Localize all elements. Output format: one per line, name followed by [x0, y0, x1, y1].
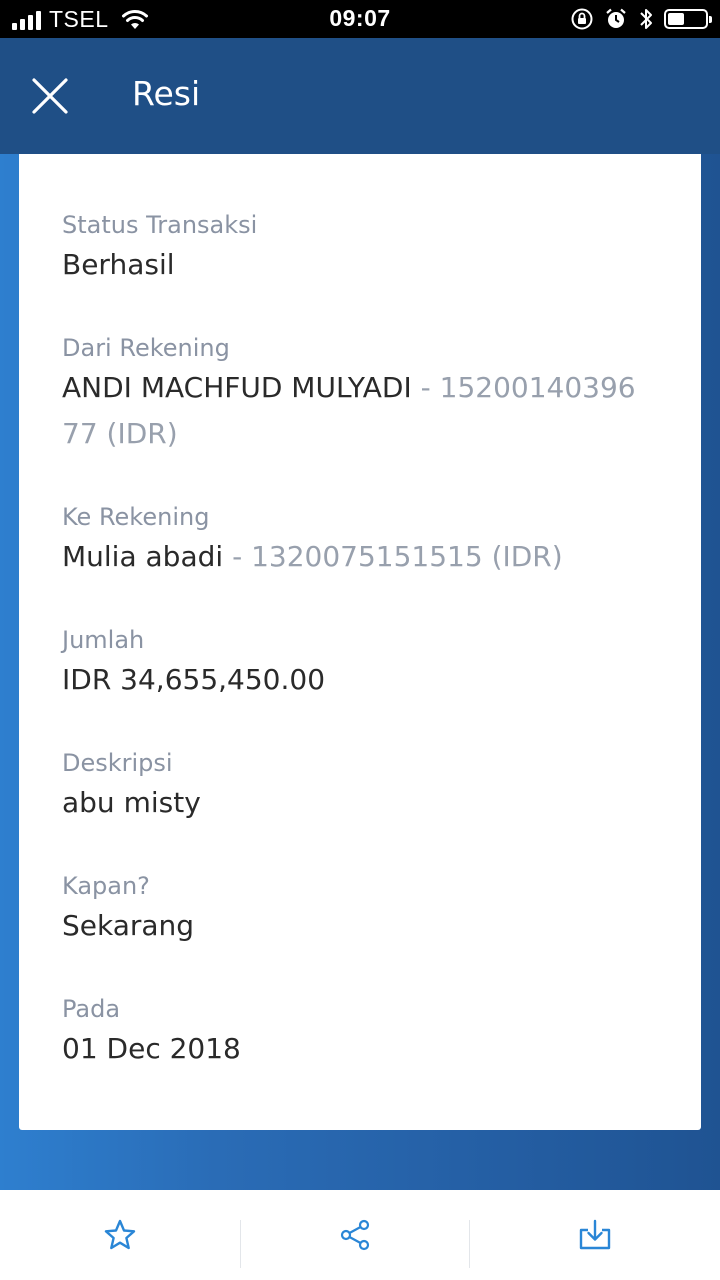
from-account-number-cont: 77 (IDR): [62, 417, 178, 450]
field-when: Kapan? Sekarang: [62, 871, 662, 949]
to-account-name: Mulia abadi: [62, 540, 224, 573]
bluetooth-icon: [640, 9, 652, 29]
field-label: Ke Rekening: [62, 503, 210, 531]
share-button[interactable]: [241, 1190, 469, 1280]
from-account-name: ANDI MACHFUD MULYADI: [62, 371, 412, 404]
field-label: Dari Rekening: [62, 334, 230, 362]
field-value: Mulia abadi - 1320075151515 (IDR): [62, 534, 662, 580]
page-title: Resi: [132, 74, 201, 113]
favorite-button[interactable]: [0, 1190, 240, 1280]
field-label: Pada: [62, 995, 121, 1023]
field-from-account: Dari Rekening ANDI MACHFUD MULYADI - 152…: [62, 333, 662, 457]
star-icon: [104, 1219, 136, 1250]
field-value: ANDI MACHFUD MULYADI - 15200140396 77 (ID…: [62, 365, 662, 457]
status-bar: TSEL 09:07: [0, 0, 720, 38]
bottom-action-bar: [0, 1190, 720, 1280]
field-description: Deskripsi abu misty: [62, 748, 662, 826]
battery-icon: [664, 9, 712, 29]
close-icon: [32, 78, 68, 114]
download-button[interactable]: [470, 1190, 720, 1280]
from-account-number: - 15200140396: [411, 371, 636, 404]
field-status: Status Transaksi Berhasil: [62, 210, 662, 288]
field-label: Jumlah: [62, 626, 145, 654]
alarm-icon: [606, 8, 626, 28]
field-date: Pada 01 Dec 2018: [62, 994, 662, 1072]
field-label: Deskripsi: [62, 749, 173, 777]
app-bar: Resi: [0, 38, 720, 154]
status-right: [570, 6, 712, 32]
field-amount: Jumlah IDR 34,655,450.00: [62, 625, 662, 703]
download-icon: [579, 1219, 611, 1250]
to-account-number: - 1320075151515 (IDR): [223, 540, 563, 573]
receipt-card: Status Transaksi Berhasil Dari Rekening …: [19, 154, 701, 1130]
rotation-lock-icon: [571, 8, 593, 30]
close-button[interactable]: [26, 72, 74, 120]
field-value: 01 Dec 2018: [62, 1032, 241, 1065]
field-value: Berhasil: [62, 248, 175, 281]
field-value: IDR 34,655,450.00: [62, 663, 326, 696]
share-icon: [340, 1219, 370, 1251]
field-value: Sekarang: [62, 909, 195, 942]
field-to-account: Ke Rekening Mulia abadi - 1320075151515 …: [62, 502, 662, 580]
field-label: Status Transaksi: [62, 211, 258, 239]
field-value: abu misty: [62, 786, 201, 819]
field-label: Kapan?: [62, 872, 150, 900]
